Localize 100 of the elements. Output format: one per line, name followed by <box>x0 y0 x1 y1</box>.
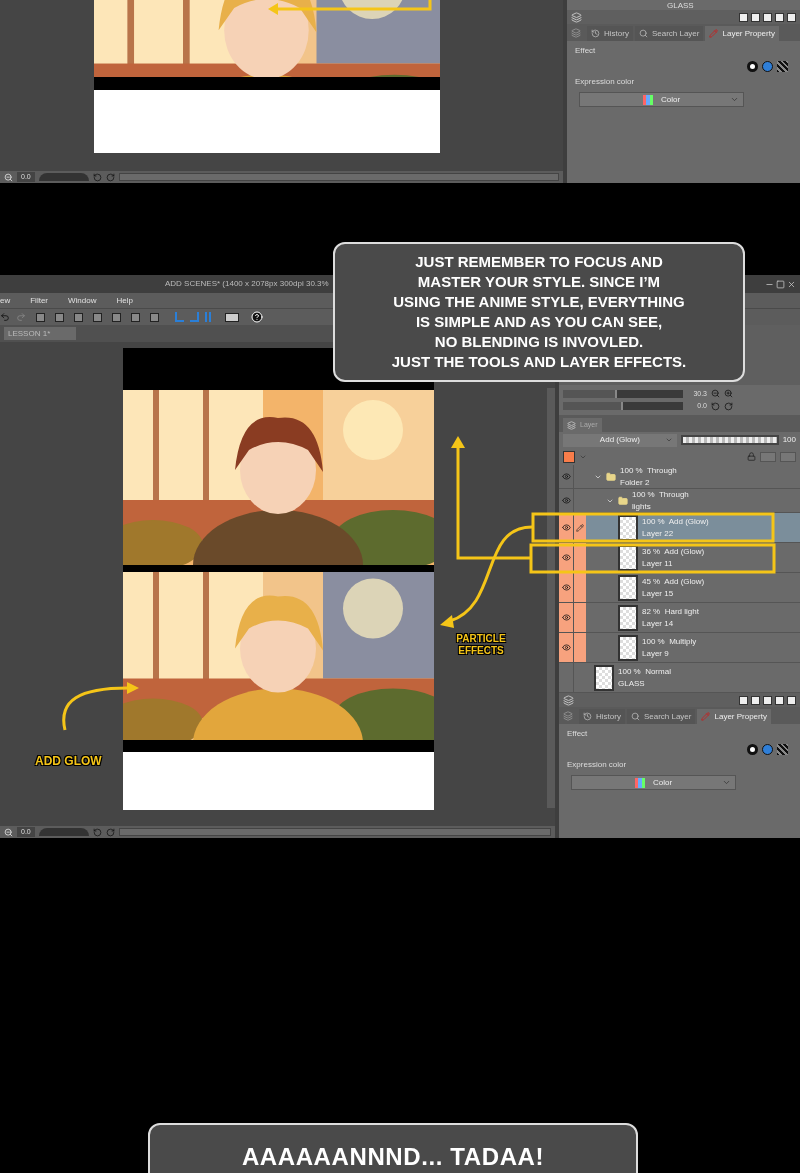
rotation-dial-icon <box>38 173 89 181</box>
rotate-right-icon[interactable] <box>105 172 115 182</box>
effect-tone-icon[interactable] <box>777 744 788 755</box>
layer-row[interactable]: 100 % Through lights <box>559 489 800 513</box>
layer-blend: 45 % Add (Glow) <box>642 575 705 588</box>
eye-icon[interactable] <box>561 496 571 505</box>
maximize-icon[interactable] <box>776 279 785 289</box>
layer-row[interactable]: 100 % Normal GLASS <box>559 663 800 693</box>
undo-icon[interactable] <box>0 312 10 322</box>
eye-icon[interactable] <box>561 583 571 592</box>
blend-mode-dropdown[interactable]: Add (Glow) <box>563 433 677 447</box>
layer-name: Layer 14 <box>642 617 675 630</box>
effect-border-icon[interactable] <box>747 744 758 755</box>
layer-name: Layer 15 <box>642 587 675 600</box>
layer-blend: 100 % Add (Glow) <box>642 515 709 528</box>
layer-row[interactable]: 100 % Through Folder 2 <box>559 465 800 489</box>
eye-icon[interactable] <box>561 472 571 481</box>
menu-item[interactable]: Window <box>68 294 97 307</box>
layer-name: GLASS <box>667 1 694 10</box>
layer-name: Layer 11 <box>642 557 674 570</box>
window-icon[interactable] <box>225 312 239 322</box>
rotate-left-icon[interactable] <box>92 172 102 182</box>
folder-icon <box>606 471 616 482</box>
section-label: Expression color <box>575 76 636 88</box>
opacity-value: 100 <box>782 434 796 446</box>
rotate-right-icon[interactable] <box>724 401 733 411</box>
zoom-out-icon[interactable] <box>4 172 13 182</box>
horizontal-scrollbar[interactable] <box>118 173 559 181</box>
effect-border-icon[interactable] <box>747 61 758 72</box>
eye-icon[interactable] <box>561 523 571 532</box>
rotation-slider[interactable] <box>563 402 683 411</box>
layer-blend: 82 % Hard light <box>642 605 699 618</box>
effect-tone-icon[interactable] <box>777 61 788 72</box>
panel-tab[interactable]: History <box>579 709 625 724</box>
zoom-in-icon[interactable] <box>724 389 733 399</box>
visibility-cell[interactable] <box>559 573 574 602</box>
help-icon[interactable] <box>251 311 263 323</box>
annotation-label: ADD GLOW <box>35 753 102 770</box>
layer-stack-icon <box>567 420 576 430</box>
panel-tab[interactable]: Search Layer <box>626 709 696 724</box>
layer-blend: 100 % Normal <box>618 665 671 678</box>
layer-thumbnail <box>618 604 638 631</box>
layer-stack-icon[interactable] <box>571 11 582 23</box>
panel-tab[interactable]: Layer Property <box>705 26 779 41</box>
panel-tab[interactable]: Search Layer <box>634 26 704 41</box>
layer-name: lights <box>632 500 652 513</box>
visibility-cell[interactable] <box>559 489 574 512</box>
layer-thumbnail <box>594 664 614 691</box>
eye-icon[interactable] <box>561 553 571 562</box>
layer-thumbnail <box>618 634 638 661</box>
layer-name: Layer 9 <box>642 647 670 660</box>
expression-color-dropdown[interactable]: Color <box>571 775 736 790</box>
zoom-out-icon[interactable] <box>711 389 720 399</box>
eye-icon[interactable] <box>561 613 571 622</box>
panel-tab[interactable]: History <box>587 26 633 41</box>
search-icon <box>638 29 648 38</box>
eye-icon[interactable] <box>561 643 571 652</box>
zoom-out-icon[interactable] <box>4 827 13 837</box>
annotation-label: PARTICLE EFFECTS <box>455 633 507 657</box>
layer-row[interactable]: 45 % Add (Glow) Layer 15 <box>559 573 800 603</box>
layer-name: Folder 2 <box>620 476 651 489</box>
document-tab[interactable]: LESSON 1* <box>4 327 76 340</box>
layer-row[interactable]: 100 % Multiply Layer 9 <box>559 633 800 663</box>
section-label: Effect <box>575 45 597 57</box>
menu-item[interactable]: Help <box>116 294 133 307</box>
visibility-cell[interactable] <box>559 603 574 632</box>
pencil-icon <box>709 29 719 38</box>
layer-color-swatch[interactable] <box>563 450 575 463</box>
layer-thumbnail <box>618 574 638 601</box>
bubble-text: AAAAAANNND... TADAA! <box>241 1142 545 1172</box>
layer-blend: 100 % Multiply <box>642 635 697 648</box>
caret-icon <box>722 778 731 787</box>
horizontal-scrollbar[interactable] <box>118 828 551 836</box>
rotation-dial-icon <box>38 828 89 836</box>
vertical-scrollbar[interactable] <box>547 388 555 808</box>
expression-color-dropdown[interactable]: Color <box>579 92 744 107</box>
lock-icon[interactable] <box>747 452 756 461</box>
menu-item[interactable]: ew <box>0 294 11 307</box>
caret-icon <box>664 436 673 444</box>
caret-icon <box>730 95 739 104</box>
effect-watercolor-icon[interactable] <box>762 61 773 72</box>
visibility-cell[interactable] <box>559 633 574 662</box>
pencil-icon <box>701 712 711 721</box>
panel-tab[interactable]: Layer Property <box>697 709 771 724</box>
search-icon <box>630 712 640 721</box>
section-label: Expression color <box>567 759 628 771</box>
close-icon[interactable] <box>787 279 796 289</box>
layer-stack-icon[interactable] <box>563 694 574 706</box>
rotate-right-icon[interactable] <box>105 827 115 837</box>
zoom-slider[interactable] <box>563 389 683 398</box>
layer-row[interactable]: 82 % Hard light Layer 14 <box>559 603 800 633</box>
folder-icon <box>618 495 628 506</box>
effect-watercolor-icon[interactable] <box>762 744 773 755</box>
visibility-cell[interactable] <box>559 465 574 488</box>
rotate-left-icon[interactable] <box>711 401 720 411</box>
layer-blend: 100 % Through <box>620 465 677 477</box>
layer-thumbnail <box>618 514 638 541</box>
menu-item[interactable]: Filter <box>30 294 48 307</box>
rotate-left-icon[interactable] <box>92 827 102 837</box>
layer-name: Layer 22 <box>642 527 675 540</box>
